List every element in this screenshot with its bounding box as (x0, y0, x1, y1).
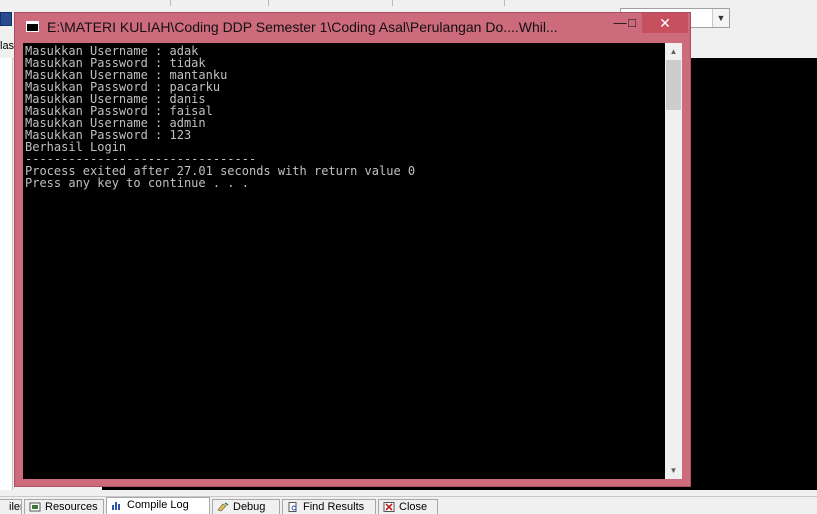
bottom-tab-bar: iler Resources Compile Log Debug Find Re… (0, 496, 817, 514)
tab-compile-log[interactable]: Compile Log (106, 497, 210, 514)
toolbar-separator (170, 0, 171, 6)
toolbar-separator (504, 0, 505, 6)
scroll-up-icon[interactable]: ▲ (665, 43, 682, 60)
tab-label: Find Results (303, 501, 365, 513)
tab-compiler[interactable]: iler (0, 499, 22, 514)
toolbar-separator (392, 0, 393, 6)
console-client-area[interactable]: Masukkan Username : adak Masukkan Passwor… (23, 43, 682, 479)
scroll-down-icon[interactable]: ▼ (665, 462, 682, 479)
console-app-icon (26, 21, 39, 32)
close-button[interactable]: ✕ (642, 13, 688, 33)
tab-label: iler (9, 501, 21, 513)
tab-find-results[interactable]: Find Results (282, 499, 376, 514)
project-icon[interactable] (0, 12, 12, 26)
chevron-down-icon: ▼ (712, 9, 729, 27)
class-browser-label: las (0, 40, 14, 52)
console-line: Press any key to continue . . . (25, 176, 249, 190)
tab-label: Resources (45, 501, 98, 513)
console-output: Masukkan Username : adak Masukkan Passwor… (25, 45, 663, 475)
compile-log-icon (112, 502, 120, 510)
close-icon (383, 502, 395, 512)
window-titlebar[interactable]: E:\MATERI KULIAH\Coding DDP Semester 1\C… (15, 13, 690, 41)
tab-label: Debug (233, 501, 266, 513)
tab-debug[interactable]: Debug (212, 499, 280, 514)
resources-icon (29, 502, 41, 512)
debug-icon (217, 502, 229, 512)
vertical-scrollbar[interactable]: ▲ ▼ (665, 43, 682, 479)
project-panel (0, 58, 13, 490)
console-window: E:\MATERI KULIAH\Coding DDP Semester 1\C… (14, 12, 691, 487)
tab-label: Close (399, 501, 428, 513)
toolbar-separator (268, 0, 269, 6)
window-title: E:\MATERI KULIAH\Coding DDP Semester 1\C… (47, 19, 558, 35)
scroll-thumb[interactable] (666, 60, 681, 110)
tab-label: Compile Log (127, 499, 189, 511)
maximize-icon: □ (628, 15, 636, 30)
find-icon (288, 502, 297, 512)
tab-resources[interactable]: Resources (24, 499, 104, 514)
tab-close[interactable]: Close (378, 499, 438, 514)
close-icon: ✕ (659, 15, 671, 31)
